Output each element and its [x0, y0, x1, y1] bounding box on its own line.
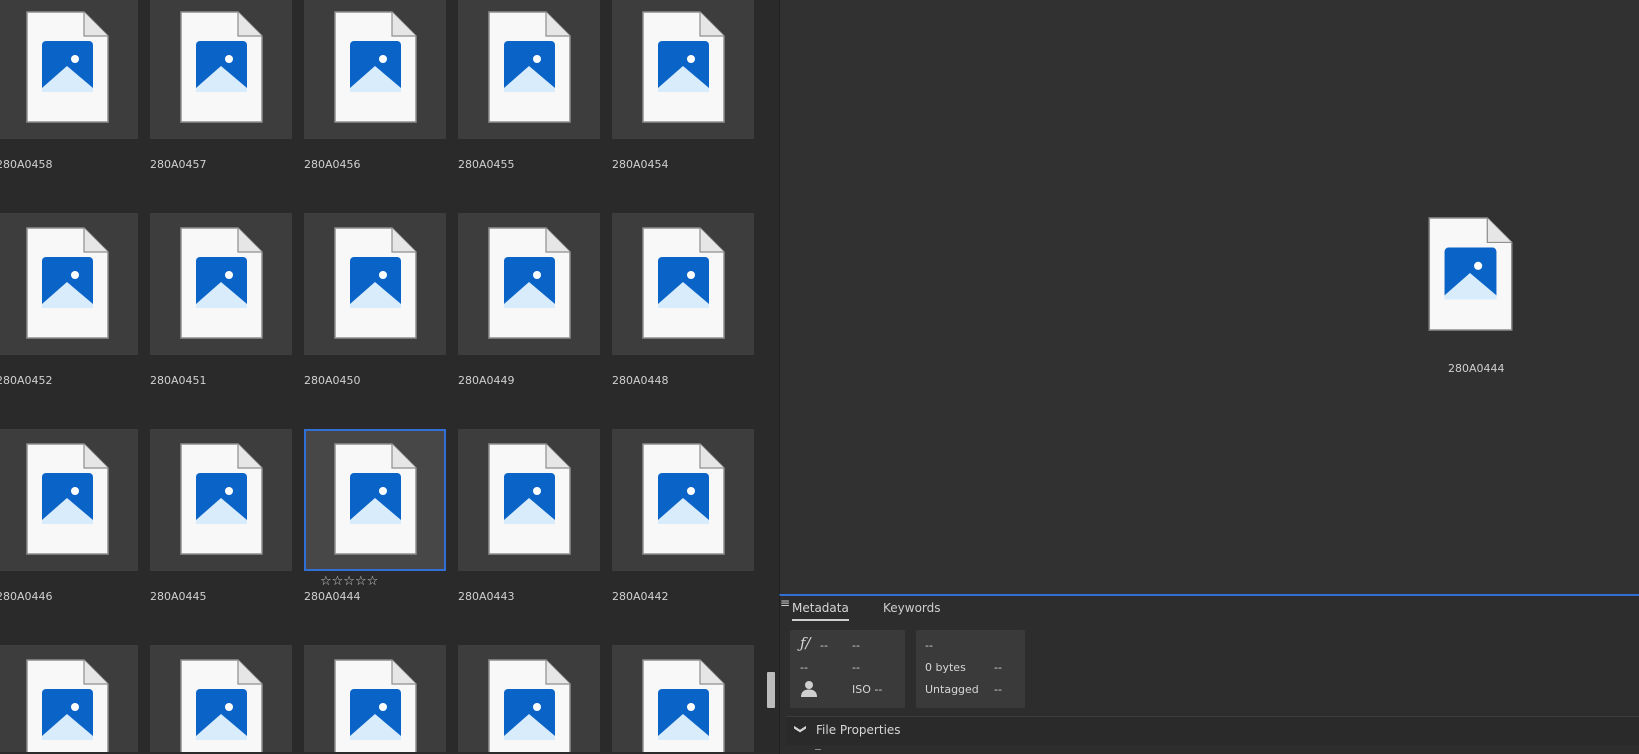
thumbnail[interactable]	[612, 429, 754, 571]
iso-value: ISO --	[852, 683, 883, 696]
image-file-icon	[334, 11, 417, 123]
thumbnail[interactable]	[458, 0, 600, 139]
file-row1: --	[925, 639, 933, 652]
thumbnail[interactable]	[612, 0, 754, 139]
aperture-icon: ƒ/	[800, 634, 811, 652]
image-file-icon	[334, 227, 417, 339]
star-rating[interactable]: ☆☆☆☆☆	[320, 574, 378, 589]
thumbnail[interactable]	[304, 429, 446, 571]
image-file-icon	[488, 659, 571, 752]
image-file-icon	[180, 443, 263, 555]
tab-keywords[interactable]: Keywords	[883, 601, 941, 615]
image-file-icon	[26, 443, 109, 555]
image-file-icon	[488, 443, 571, 555]
thumbnail[interactable]	[150, 0, 292, 139]
image-file-icon	[180, 227, 263, 339]
person-icon	[801, 681, 817, 697]
metadata-panel: Metadata ≡ Keywords ƒ/ -- -- -- -- ISO -…	[779, 594, 1639, 754]
thumbnail-filename: 280A0455	[458, 158, 515, 171]
thumbnail[interactable]	[0, 213, 138, 355]
thumbnail[interactable]	[612, 645, 754, 752]
image-file-icon	[488, 227, 571, 339]
file-tag: Untagged	[925, 683, 979, 696]
thumbnail-filename: 280A0456	[304, 158, 361, 171]
thumbnail-filename: 280A0446	[0, 590, 53, 603]
image-file-icon	[1428, 217, 1513, 331]
tab-metadata[interactable]: Metadata	[792, 601, 849, 621]
thumbnail-filename: 280A0451	[150, 374, 207, 387]
image-file-icon	[180, 659, 263, 752]
thumbnail[interactable]	[150, 213, 292, 355]
image-file-icon	[642, 11, 725, 123]
thumbnail-filename: 280A0458	[0, 158, 53, 171]
thumbnail-filename: 280A0450	[304, 374, 361, 387]
file-size-right: --	[994, 661, 1002, 674]
thumbnail[interactable]	[458, 213, 600, 355]
thumbnail-filename: 280A0444	[304, 590, 361, 603]
image-file-icon	[26, 659, 109, 752]
thumbnail-filename: 280A0445	[150, 590, 207, 603]
thumbnail[interactable]	[0, 0, 138, 139]
thumbnail-filename: 280A0454	[612, 158, 669, 171]
thumbnail[interactable]	[304, 0, 446, 139]
grid-scrollbar[interactable]	[764, 0, 778, 752]
thumbnail-filename: 280A0449	[458, 374, 515, 387]
aperture-value: --	[820, 639, 828, 652]
thumbnail-filename: 280A0452	[0, 374, 53, 387]
thumbnail[interactable]	[150, 429, 292, 571]
thumbnail-filename: 280A0443	[458, 590, 515, 603]
thumbnail[interactable]	[150, 645, 292, 752]
image-file-icon	[180, 11, 263, 123]
thumbnail[interactable]	[0, 645, 138, 752]
file-tag-right: --	[994, 683, 1002, 696]
file-properties-header[interactable]: ❯ File Properties	[786, 716, 1639, 745]
preview-panel: 280A0444	[779, 0, 1639, 594]
camera-data-card: ƒ/ -- -- -- -- ISO --	[790, 630, 905, 708]
thumbnail[interactable]	[612, 213, 754, 355]
camera-row2-right: --	[852, 661, 860, 674]
thumbnail[interactable]	[304, 213, 446, 355]
image-file-icon	[334, 659, 417, 752]
image-file-icon	[642, 443, 725, 555]
image-file-icon	[26, 227, 109, 339]
image-file-icon	[642, 227, 725, 339]
thumbnail[interactable]	[0, 429, 138, 571]
scrollbar-thumb[interactable]	[767, 672, 775, 708]
file-size: 0 bytes	[925, 661, 966, 674]
thumbnail[interactable]	[304, 645, 446, 752]
image-file-icon	[488, 11, 571, 123]
thumbnail[interactable]	[458, 429, 600, 571]
image-file-icon	[642, 659, 725, 752]
thumbnail-filename: 280A0448	[612, 374, 669, 387]
image-file-icon	[26, 11, 109, 123]
file-data-card: -- 0 bytes -- Untagged --	[916, 630, 1025, 708]
image-file-icon	[334, 443, 417, 555]
thumbnail-filename: 280A0442	[612, 590, 669, 603]
camera-row2-left: --	[800, 661, 808, 674]
thumbnail-filename: 280A0457	[150, 158, 207, 171]
preview-filename: 280A0444	[1448, 362, 1505, 375]
thumbnail[interactable]	[458, 645, 600, 752]
file-properties-title: File Properties	[816, 723, 901, 737]
content-grid: 280A0458 280A0457 280A0456 280A0455 280A…	[0, 0, 764, 752]
shutter-value: --	[852, 639, 860, 652]
chevron-down-icon[interactable]: ❯	[794, 724, 808, 734]
